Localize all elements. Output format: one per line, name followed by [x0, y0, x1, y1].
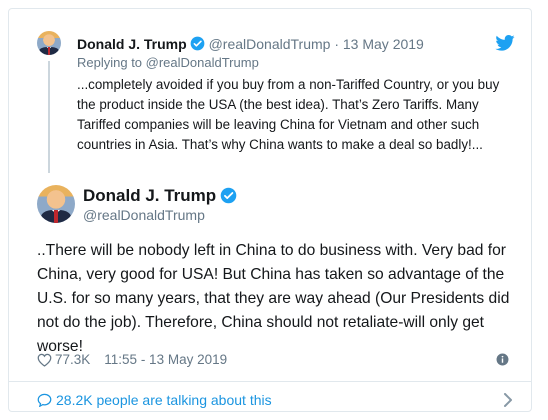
tweet-meta-row: 77.3K 11:55 - 13 May 2019 — [37, 352, 227, 367]
main-author-name[interactable]: Donald J. Trump — [83, 186, 216, 205]
parent-tweet-text: ...completely avoided if you buy from a … — [77, 77, 500, 152]
conversation-link[interactable]: 28.2K people are talking about this — [37, 392, 272, 408]
parent-author-name[interactable]: Donald J. Trump — [77, 36, 187, 52]
main-avatar[interactable] — [37, 185, 75, 223]
chevron-right-icon[interactable] — [503, 393, 513, 407]
parent-tweet-header: Donald J. Trump @realDonaldTrump · 13 Ma… — [77, 35, 424, 53]
footer-divider — [9, 381, 531, 382]
parent-tweet-date[interactable]: 13 May 2019 — [343, 36, 424, 52]
twitter-bird-icon[interactable] — [495, 35, 515, 51]
tweet-embed-card: Donald J. Trump @realDonaldTrump · 13 Ma… — [8, 8, 532, 412]
heart-icon[interactable] — [37, 353, 52, 367]
thread-connector-line — [48, 61, 50, 173]
talking-label[interactable]: 28.2K people are talking about this — [56, 392, 272, 408]
like-count[interactable]: 77.3K — [55, 352, 90, 367]
verified-badge-icon — [190, 36, 205, 51]
replying-to-label[interactable]: Replying to @realDonaldTrump — [77, 55, 259, 71]
parent-avatar[interactable] — [37, 31, 61, 55]
header-separator: · — [334, 36, 339, 52]
main-tweet-text: ..There will be nobody left in China to … — [37, 242, 510, 355]
tweet-timestamp[interactable]: 11:55 - 13 May 2019 — [104, 352, 227, 367]
main-author-handle[interactable]: @realDonaldTrump — [83, 206, 205, 224]
speech-bubble-icon — [37, 393, 52, 407]
parent-author-handle[interactable]: @realDonaldTrump — [209, 36, 331, 52]
info-icon[interactable] — [496, 353, 509, 366]
main-author-name-row: Donald J. Trump — [83, 185, 237, 207]
verified-badge-icon — [220, 187, 237, 204]
